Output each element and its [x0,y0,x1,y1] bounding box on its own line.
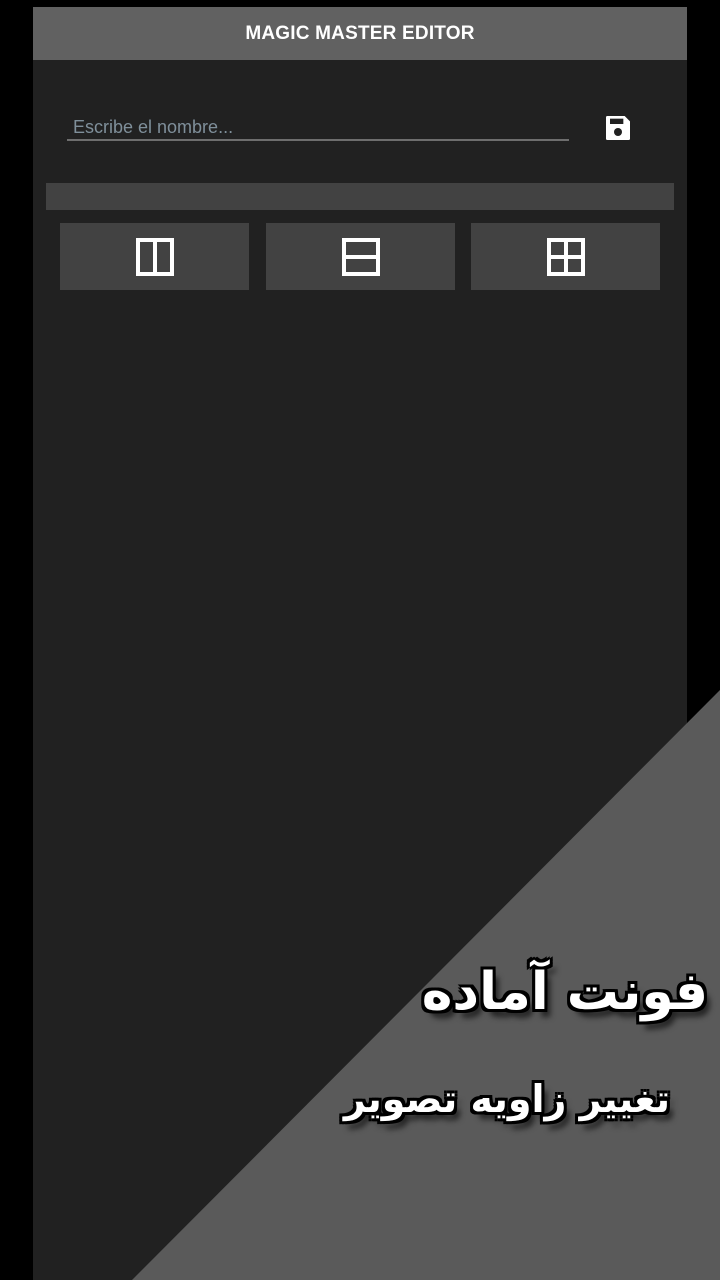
split-horizontal-icon [341,237,380,276]
split-vertical-icon [135,237,174,276]
name-input[interactable] [67,115,569,141]
grid-four-icon [546,237,585,276]
app-bar: MAGIC MASTER EDITOR [33,7,687,60]
promo-line-ready-font: فونت آماده [421,962,708,1022]
app-title: MAGIC MASTER EDITOR [245,22,475,44]
promo-line-rotate-image: تغییر زاویه تصویر [343,1077,670,1121]
layout-grid-four-button[interactable] [471,223,660,290]
progress-bar [46,183,674,210]
layout-split-vertical-button[interactable] [60,223,249,290]
layout-split-horizontal-button[interactable] [266,223,455,290]
save-icon [606,116,630,140]
save-button[interactable] [601,111,635,145]
